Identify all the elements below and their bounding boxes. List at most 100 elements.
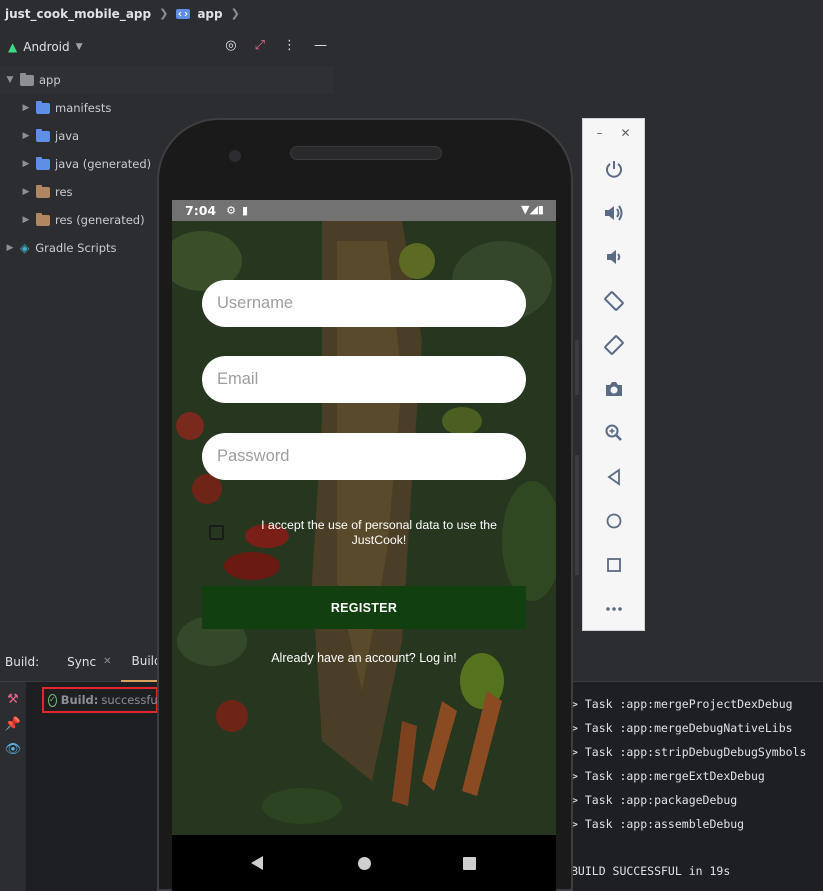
rotate-left-icon [603, 291, 624, 311]
tree-item-app[interactable]: ▼ app [0, 66, 333, 94]
settings-icon: ⚙ [226, 204, 236, 217]
log-line: > Task :app:mergeProjectDexDebug [571, 697, 793, 711]
power-icon [605, 161, 622, 178]
nav-back-icon[interactable] [251, 856, 263, 870]
volume-down-icon [606, 250, 620, 264]
eye-icon[interactable]: 👁 [0, 742, 26, 757]
build-label: Build: [5, 654, 40, 669]
chevron-right-icon[interactable]: ▶ [20, 187, 32, 197]
chevron-right-icon[interactable]: ▶ [20, 103, 32, 113]
camera-icon [605, 382, 622, 396]
overview-icon [606, 558, 621, 572]
tree-item-label: java (generated) [55, 157, 152, 171]
tree-item-label: manifests [55, 101, 112, 115]
nav-recents-icon[interactable] [463, 857, 476, 870]
chevron-down-icon[interactable]: ▼ [4, 75, 16, 85]
log-line: > Task :app:packageDebug [571, 793, 738, 807]
build-status-label: Build: [60, 693, 99, 707]
log-line: > Task :app:mergeDebugNativeLibs [571, 721, 793, 735]
more-options-icon[interactable]: ⋮ [283, 38, 296, 53]
phone-side-button [575, 455, 579, 575]
minimize-icon[interactable]: – [596, 126, 602, 140]
tree-item-label: Gradle Scripts [35, 241, 117, 255]
log-line: > Task :app:assembleDebug [571, 817, 745, 831]
nav-home-icon[interactable] [358, 857, 371, 870]
folder-icon [36, 128, 50, 142]
tree-item-label: res (generated) [55, 213, 145, 227]
generated-folder-icon [36, 156, 50, 170]
chevron-right-icon[interactable]: ▶ [20, 159, 32, 169]
hammer-icon[interactable]: ⚒ [0, 692, 26, 707]
home-button[interactable] [583, 499, 644, 543]
build-side-toolbar: ⚒ 📌 👁 [0, 682, 26, 891]
volume-down-button[interactable] [583, 235, 644, 279]
breadcrumb: just_cook_mobile_app ❯ app ❯ [0, 0, 823, 27]
volume-up-icon [604, 205, 622, 221]
screenshot-button[interactable] [583, 367, 644, 411]
build-result-line: BUILD SUCCESSFUL in 19s [571, 864, 731, 878]
zoom-button[interactable] [583, 411, 644, 455]
home-icon [606, 513, 621, 529]
collapse-icon[interactable]: ⤢ [255, 38, 265, 53]
tab-label: Sync [67, 654, 97, 669]
phone-side-button [575, 340, 579, 395]
module-folder-icon [20, 72, 34, 86]
back-button[interactable] [583, 455, 644, 499]
tree-item-label: java [55, 129, 80, 143]
chevron-right-icon: ❯ [230, 7, 240, 20]
email-placeholder: Email [217, 370, 259, 388]
tree-item-label: res [55, 185, 73, 199]
rotate-right-icon [603, 335, 624, 355]
check-circle-icon: ✓ [48, 693, 57, 707]
consent-text: I accept the use of personal data to use… [261, 518, 497, 547]
project-view-label: Android [23, 40, 70, 54]
chevron-right-icon[interactable]: ▶ [20, 215, 32, 225]
log-line: > Task :app:mergeExtDexDebug [571, 769, 765, 783]
res-folder-icon [36, 212, 50, 226]
overview-button[interactable] [583, 543, 644, 587]
password-placeholder: Password [217, 447, 290, 465]
status-time: 7:04 [185, 203, 217, 218]
tree-item-label: app [39, 73, 61, 87]
android-icon: ▲ [8, 40, 18, 54]
consent-checkbox[interactable] [209, 525, 224, 540]
chevron-right-icon: ❯ [159, 7, 169, 20]
more-icon [605, 607, 622, 611]
username-placeholder: Username [217, 294, 294, 312]
close-icon[interactable]: ✕ [103, 656, 111, 667]
breadcrumb-module[interactable]: app [197, 7, 222, 21]
breadcrumb-project[interactable]: just_cook_mobile_app [5, 7, 151, 21]
log-line: > Task :app:stripDebugDebugSymbols [571, 745, 807, 759]
volume-up-button[interactable] [583, 191, 644, 235]
build-log: > Task :app:mergeProjectDexDebug > Task … [571, 692, 806, 836]
earpiece-speaker [290, 146, 442, 160]
close-icon[interactable]: ✕ [620, 126, 630, 140]
power-button[interactable] [583, 147, 644, 191]
app-screen: 7:04 ⚙ ▮ ▼◢▮ Username Email Password I a… [172, 200, 556, 891]
sd-card-icon: ▮ [241, 204, 249, 217]
pin-icon[interactable]: 📌 [0, 717, 26, 732]
build-status-text: successful [101, 693, 161, 707]
folder-icon [36, 100, 50, 114]
rotate-right-button[interactable] [583, 323, 644, 367]
password-field[interactable]: Password [202, 433, 526, 480]
chevron-right-icon[interactable]: ▶ [20, 131, 32, 141]
gradle-icon: ◈ [20, 241, 30, 255]
username-field[interactable]: Username [202, 280, 526, 327]
target-icon[interactable]: ◎ [225, 38, 236, 53]
zoom-icon [605, 424, 622, 441]
email-field[interactable]: Email [202, 356, 526, 403]
tab-sync[interactable]: Sync ✕ [57, 642, 121, 682]
register-button[interactable]: REGISTER [202, 586, 526, 629]
login-link[interactable]: Already have an account? Log in! [172, 651, 556, 665]
res-folder-icon [36, 184, 50, 198]
rotate-left-button[interactable] [583, 279, 644, 323]
emulator-controls: – ✕ [582, 118, 645, 631]
minimize-icon[interactable]: — [314, 38, 327, 53]
signal-battery-icons: ▼◢▮ [521, 203, 544, 216]
build-status[interactable]: ✓ Build: successful [42, 687, 161, 713]
android-nav-bar [172, 835, 556, 891]
chevron-right-icon[interactable]: ▶ [4, 243, 16, 253]
emulator-window-bar: – ✕ [583, 119, 644, 147]
more-button[interactable] [583, 587, 644, 631]
